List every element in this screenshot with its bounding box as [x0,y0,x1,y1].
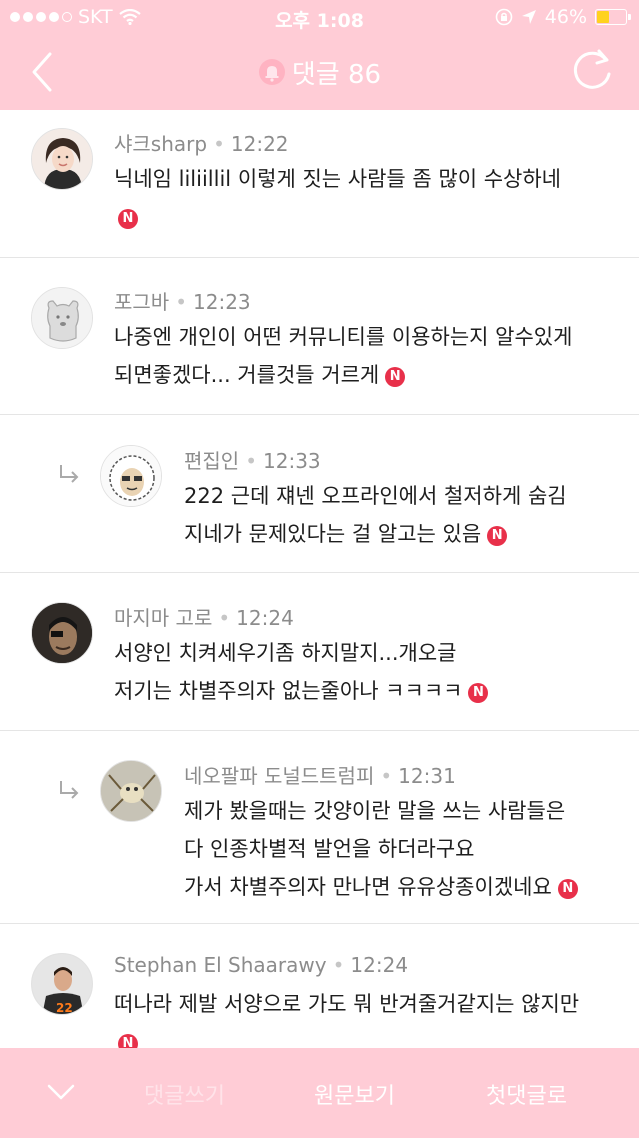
reply-arrow-icon [60,465,79,483]
author-name[interactable]: 마지마 고로 [114,606,212,630]
new-badge: N [118,209,138,229]
default-dog-avatar-icon [32,288,92,348]
comment-meta: 샤크sharp • 12:22 [114,132,289,156]
battery-percent: 46% [544,6,587,28]
new-badge: N [557,879,578,899]
comment-line: 제가 봤을때는 갓양이란 말을 쓰는 사람들은 [184,799,566,823]
user-photo-icon [32,129,92,189]
status-bar: SKT 오후 1:08 46% [0,0,639,34]
new-badge: N [385,367,406,387]
location-icon [521,10,536,24]
view-original-button[interactable]: 원문보기 [314,1078,395,1110]
bell-icon[interactable] [258,58,286,86]
comment-line: 되면좋겠다... 거를것들 거르게 [114,363,380,387]
comment-line: 가서 차별주의자 만나면 유유상종이겠네요 [184,875,552,899]
new-badge: N [487,526,508,546]
author-name[interactable]: Stephan El Shaarawy [114,953,327,977]
collapse-chevron-down-icon[interactable] [46,1082,76,1102]
avatar[interactable] [31,128,93,190]
avatar[interactable] [100,445,162,507]
page-title-text: 댓글 86 [291,60,382,90]
comment-text: 222 근데 쟤넨 오프라인에서 철저하게 숨김 지네가 문제있다는 걸 알고는… [184,477,567,553]
comment-line: 지네가 문제있다는 걸 알고는 있음 [184,522,482,546]
insect-photo-icon [101,761,161,821]
refresh-button[interactable] [569,48,615,94]
comment-time: 12:24 [350,953,409,977]
battery-icon [595,9,631,25]
comment-item-reply: 네오팔파 도널드트럼피 • 12:31 제가 봤을때는 갓양이란 말을 쓰는 사람들… [0,731,639,924]
author-name[interactable]: 네오팔파 도널드트럼피 [184,764,374,788]
comment-meta: 마지마 고로 • 12:24 [114,606,294,630]
comment-item: 포그바 • 12:23 나중엔 개인이 어떤 커뮤니티를 이용하는지 알수있게 되면… [0,258,639,415]
comment-line: 나중엔 개인이 어떤 커뮤니티를 이용하는지 알수있게 [114,325,573,349]
comment-text: 나중엔 개인이 어떤 커뮤니티를 이용하는지 알수있게 되면좋겠다... 거를것… [114,318,572,394]
rotation-lock-icon [495,8,513,26]
comment-text: 제가 봤을때는 갓양이란 말을 쓰는 사람들은 다 인종차별적 발언을 하더라구… [184,792,578,906]
new-badge: N [468,683,489,703]
comment-line: 저기는 차별주의자 없는줄아나 ㅋㅋㅋㅋ [114,679,463,703]
comment-time: 12:22 [230,132,289,156]
cartoon-avatar-icon [101,446,161,506]
comment-meta: 포그바 • 12:23 [114,290,251,314]
page-title: 댓글 86 [0,54,639,91]
comment-item: 22 Stephan El Shaarawy • 12:24 떠나라 제발 서양으로… [0,924,639,1048]
first-comment-button[interactable]: 첫댓글로 [486,1078,567,1110]
write-comment-button[interactable]: 댓글쓰기 [144,1078,225,1110]
nav-bar: 댓글 86 [0,34,639,110]
avatar[interactable] [31,602,93,664]
comment-meta: Stephan El Shaarawy • 12:24 [114,953,409,977]
svg-text:22: 22 [56,1001,73,1015]
comment-time: 12:23 [193,290,251,314]
avatar[interactable] [100,760,162,822]
comment-time: 12:33 [263,449,321,473]
comment-item: 마지마 고로 • 12:24 서양인 치켜세우기좀 하지말지...개오글 저기는 차… [0,573,639,731]
reply-arrow-icon [60,781,79,799]
comment-time: 12:31 [398,764,456,788]
comment-item: 샤크sharp • 12:22 닉네임 liliillil 이렇게 짓는 사람들 좀… [0,110,639,258]
bottom-toolbar: 댓글쓰기 원문보기 첫댓글로 [0,1048,639,1138]
comment-text: 떠나라 제발 서양으로 가도 뭐 반겨줄거같지는 않지만 N [114,985,579,1048]
comment-list[interactable]: 샤크sharp • 12:22 닉네임 liliillil 이렇게 짓는 사람들 좀… [0,110,639,1048]
comment-text: 닉네임 liliillil 이렇게 짓는 사람들 좀 많이 수상하네 N [114,160,561,236]
avatar[interactable]: 22 [31,953,93,1015]
comment-line: 떠나라 제발 서양으로 가도 뭐 반겨줄거같지는 않지만 [114,992,580,1016]
avatar[interactable] [31,287,93,349]
comment-line: 다 인종차별적 발언을 하더라구요 [184,837,475,861]
user-photo-icon [32,603,92,663]
comment-text: 서양인 치켜세우기좀 하지말지...개오글 저기는 차별주의자 없는줄아나 ㅋㅋ… [114,634,489,710]
comment-meta: 네오팔파 도널드트럼피 • 12:31 [184,764,456,788]
comment-item-reply: 편집인 • 12:33 222 근데 쟤넨 오프라인에서 철저하게 숨김 지네가 문… [0,415,639,573]
author-name[interactable]: 포그바 [114,290,169,314]
comment-line: 닉네임 liliillil 이렇게 짓는 사람들 좀 많이 수상하네 [114,167,561,191]
author-name[interactable]: 편집인 [184,449,239,473]
comment-time: 12:24 [236,606,294,630]
comment-line: 222 근데 쟤넨 오프라인에서 철저하게 숨김 [184,484,567,508]
new-badge: N [118,1034,138,1048]
comment-meta: 편집인 • 12:33 [184,449,321,473]
author-name[interactable]: 샤크sharp [114,132,207,156]
comment-line: 서양인 치켜세우기좀 하지말지...개오글 [114,641,457,665]
user-photo-icon: 22 [32,954,92,1015]
